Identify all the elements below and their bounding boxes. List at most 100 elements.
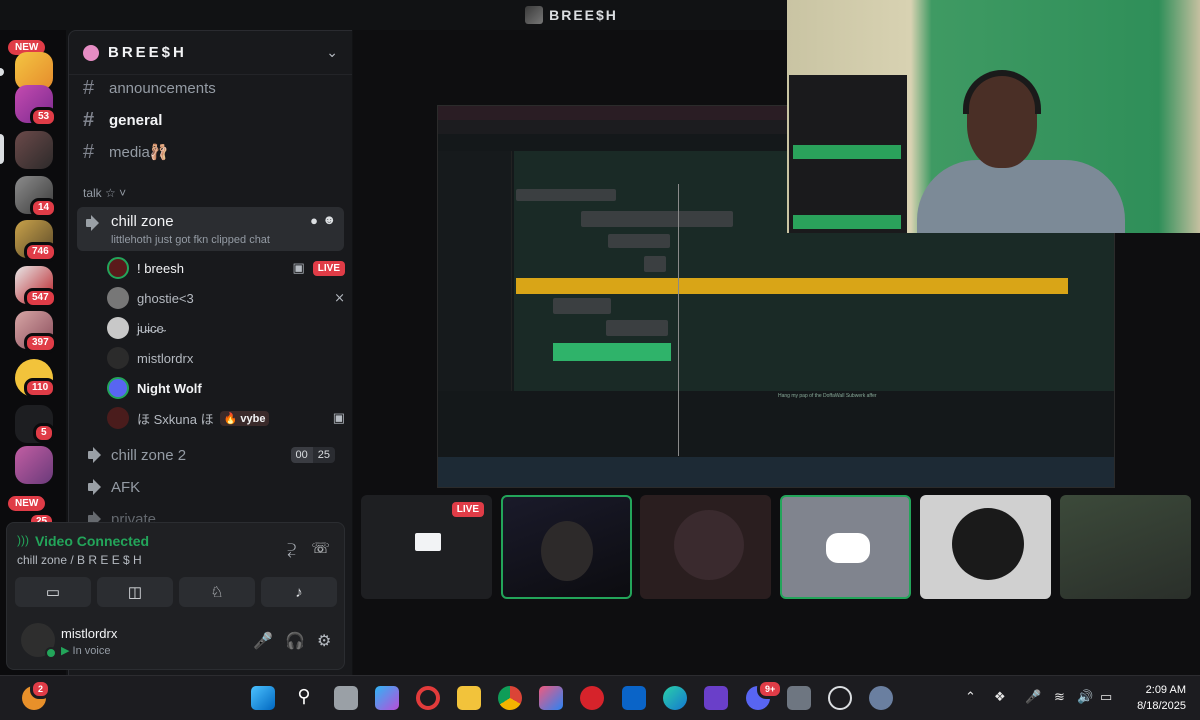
search-icon[interactable]: ⚲ xyxy=(292,686,316,710)
audio-clip xyxy=(516,189,616,201)
add-member-icon[interactable]: ☻ xyxy=(322,212,336,227)
participant-tile-camera[interactable] xyxy=(501,495,632,599)
windows-start-icon[interactable] xyxy=(251,686,275,710)
headphones-icon[interactable]: 🎧 xyxy=(285,631,305,651)
mention-badge: 53 xyxy=(30,107,58,127)
voice-member[interactable]: Night Wolf xyxy=(107,374,345,402)
volume-icon[interactable]: 🔊 xyxy=(1077,689,1093,705)
clock[interactable]: 2:09 AM 8/18/2025 xyxy=(1137,682,1186,714)
channel-label: media🩰 xyxy=(109,144,169,161)
copilot-icon[interactable] xyxy=(375,686,399,710)
user-count: 00 25 xyxy=(290,447,335,463)
chevron-down-icon[interactable]: ⌄ xyxy=(326,44,338,61)
category-talk[interactable]: talk ☆ ˅ xyxy=(83,186,126,200)
server-header[interactable]: BREE$H ⌄ xyxy=(69,31,352,75)
signal-icon[interactable]: ))) xyxy=(17,533,29,547)
chevron-up-icon[interactable]: ⌃ xyxy=(965,689,976,705)
voice-channel-chill-zone[interactable]: chill zone littlehoth just got fkn clipp… xyxy=(77,207,344,251)
avatar xyxy=(107,287,129,309)
server-icon-3[interactable] xyxy=(15,131,53,169)
opera-gx-icon[interactable] xyxy=(580,686,604,710)
avatar xyxy=(107,347,129,369)
store-icon[interactable] xyxy=(539,686,563,710)
member-name: ほ Sxkuna ほ xyxy=(137,411,214,427)
participant-tile-stream[interactable]: LIVE xyxy=(361,495,492,599)
task-view-icon[interactable] xyxy=(334,686,358,710)
voice-channel-chill-zone-2[interactable]: chill zone 2 00 25 xyxy=(77,440,345,470)
channel-general[interactable]: # general xyxy=(77,105,345,135)
activity-button[interactable]: ♘ xyxy=(179,577,255,607)
connection-location[interactable]: chill zone / B R E E $ H xyxy=(17,553,142,567)
shelf-bin xyxy=(793,145,901,159)
member-tag-label: vybe xyxy=(240,412,266,425)
file-explorer-icon[interactable] xyxy=(457,686,481,710)
dropbox-icon[interactable]: ❖ xyxy=(994,689,1006,705)
avatar xyxy=(952,508,1024,580)
outlook-icon[interactable] xyxy=(622,686,646,710)
username: mistlordrx xyxy=(61,626,118,641)
playhead xyxy=(678,184,679,456)
server-icon xyxy=(525,6,544,24)
user-count-limit: 25 xyxy=(312,447,335,463)
noise-suppression-icon[interactable]: ⥻ xyxy=(287,541,296,558)
soundboard-icon: ♪ xyxy=(295,583,303,601)
speaker-small-icon: ▶ xyxy=(61,645,70,657)
daw-track-list xyxy=(438,151,512,391)
avatar xyxy=(674,510,744,580)
voice-channel-label: AFK xyxy=(111,478,141,496)
mic-muted-icon: ⨯ xyxy=(334,290,345,305)
live-badge: LIVE xyxy=(312,260,345,276)
voice-member[interactable]: mistlordrx xyxy=(107,344,345,372)
opera-icon[interactable] xyxy=(416,686,440,710)
shared-taskbar xyxy=(438,457,1114,487)
unread-pill xyxy=(0,68,4,76)
server-icon-10[interactable] xyxy=(15,446,53,484)
voice-member[interactable]: ! breesh ▣ LIVE xyxy=(107,254,345,282)
channel-announcements[interactable]: # announcements xyxy=(77,73,345,103)
gamepad-icon: ♘ xyxy=(210,584,224,601)
gear-icon[interactable] xyxy=(869,686,893,710)
person-body xyxy=(917,160,1125,233)
voice-member[interactable]: ほ Sxkuna ほ 🔥 vybe ▣ xyxy=(107,404,345,432)
member-name: ! breesh xyxy=(137,260,184,276)
voice-member[interactable]: ghostie<3 ⨯ xyxy=(107,284,345,312)
avatar xyxy=(107,257,129,279)
voice-member[interactable]: j̴u̴i̴c̴e̴ xyxy=(107,314,345,342)
user-panel[interactable]: mistlordrx ▶ In voice 🎤 🎧 ⚙ xyxy=(17,619,337,663)
screen-share-button[interactable]: ◫ xyxy=(97,577,173,607)
participant-tile-avatar-2[interactable] xyxy=(920,495,1051,599)
disconnect-icon[interactable]: ☏ xyxy=(311,539,330,557)
camera-off-button[interactable]: ▭ xyxy=(15,577,91,607)
live-badge: LIVE xyxy=(451,502,484,517)
participant-tile-game[interactable] xyxy=(1060,495,1191,599)
os-taskbar: 2 ⚲ 9+ ⌃ ❖ 🎤 ≋ 🔊 ▭ 2:09 AM 8/18/2025 xyxy=(0,675,1200,720)
member-name: j̴u̴i̴c̴e̴ xyxy=(137,320,164,336)
battery-icon[interactable]: ▭ xyxy=(1100,689,1112,705)
video-camera-icon: ▣ xyxy=(292,260,305,275)
channel-media[interactable]: # media🩰 xyxy=(77,137,345,167)
connection-status[interactable]: Video Connected xyxy=(35,533,149,549)
webcam-overlay xyxy=(787,0,1200,233)
voice-channel-label: chill zone 2 xyxy=(111,446,187,464)
hash-icon: # xyxy=(83,108,95,131)
participant-tile-avatar[interactable] xyxy=(640,495,771,599)
gear-icon[interactable]: ⚙ xyxy=(317,631,331,651)
edge-icon[interactable] xyxy=(663,686,687,710)
hash-icon: # xyxy=(83,76,95,99)
chat-bubble-icon[interactable]: ● xyxy=(310,213,318,228)
clipchamp-icon[interactable] xyxy=(704,686,728,710)
participant-tile-discord[interactable] xyxy=(780,495,911,599)
microphone-icon[interactable]: 🎤 xyxy=(1025,689,1041,705)
camera-icon[interactable] xyxy=(787,686,811,710)
wifi-icon[interactable]: ≋ xyxy=(1054,689,1065,705)
soundboard-button[interactable]: ♪ xyxy=(261,577,337,607)
voice-channel-afk[interactable]: AFK xyxy=(77,472,345,502)
avatar xyxy=(107,317,129,339)
chrome-icon[interactable] xyxy=(498,686,522,710)
channel-label: announcements xyxy=(109,79,216,97)
speaker-icon xyxy=(85,215,103,231)
user-status-label: In voice xyxy=(72,645,111,657)
obs-icon[interactable] xyxy=(828,686,852,710)
mention-badge: 5 xyxy=(33,423,55,443)
microphone-icon[interactable]: 🎤 xyxy=(253,631,273,651)
